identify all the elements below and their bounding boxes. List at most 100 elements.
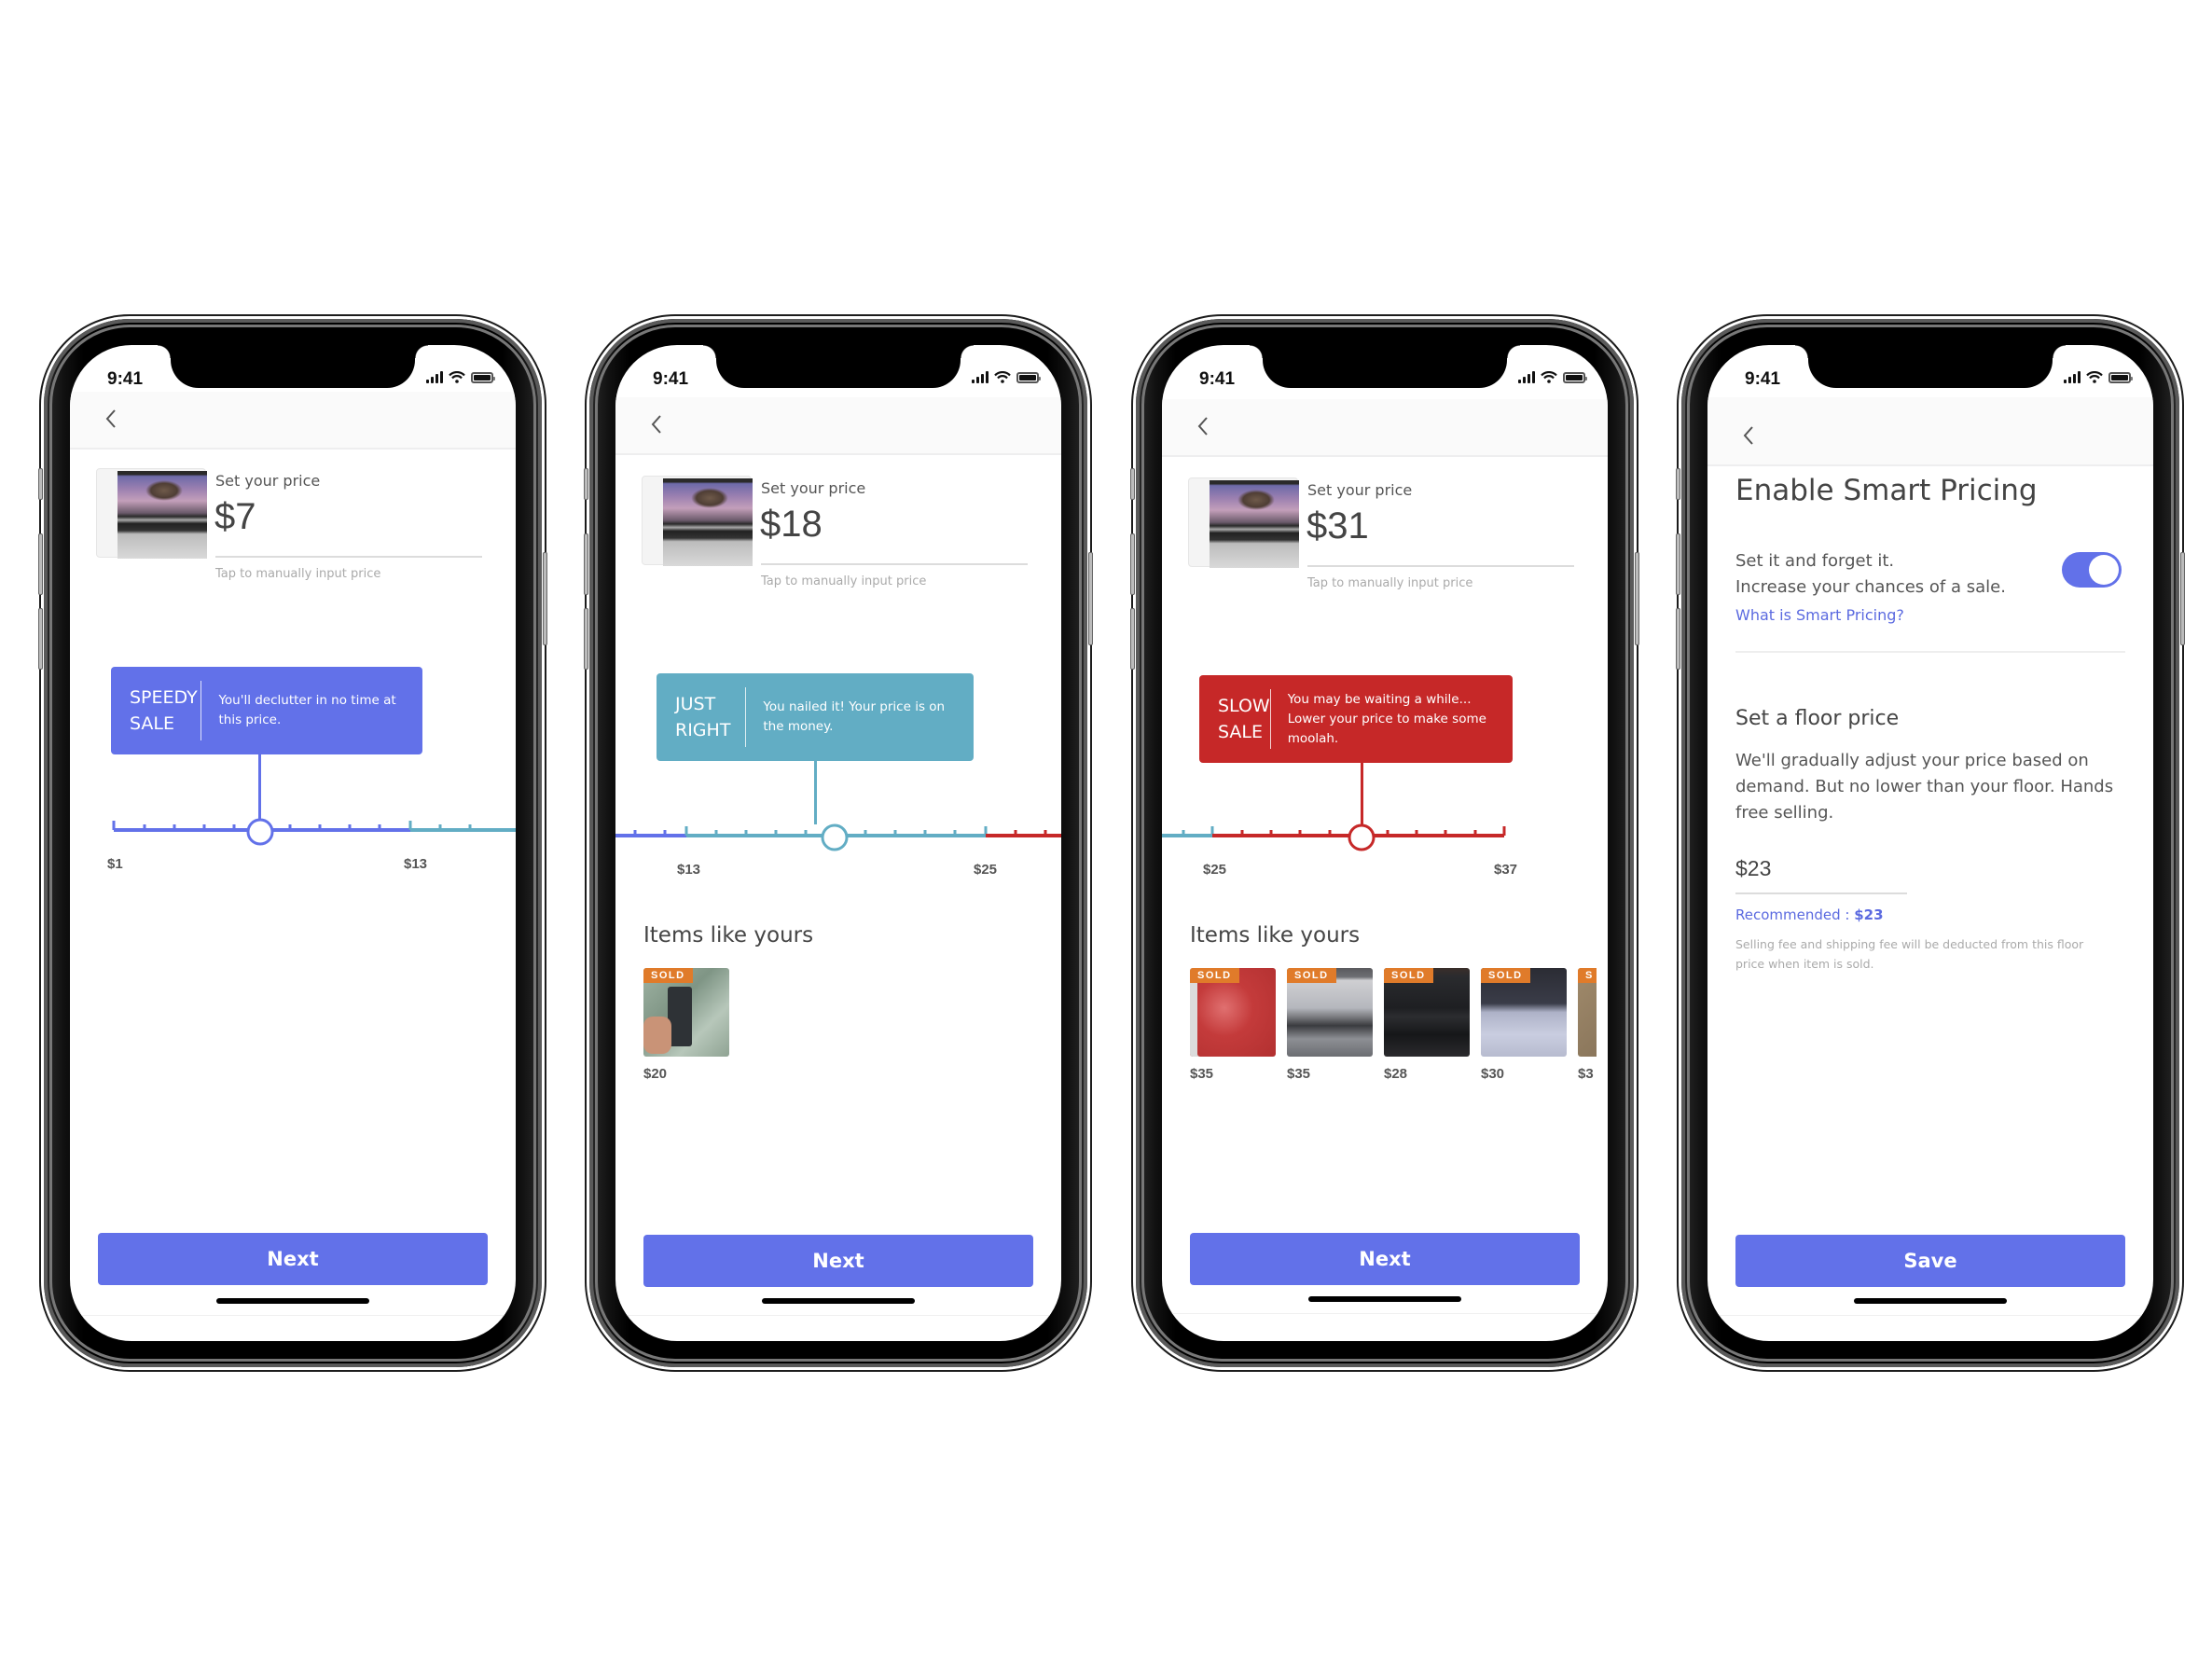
- slider-thumb[interactable]: [246, 818, 274, 846]
- bottom-divider: [1707, 1315, 2153, 1316]
- bottom-divider: [70, 1315, 516, 1316]
- tooltip-title: JUST RIGHT: [657, 691, 745, 743]
- item-photo: SOLD: [643, 968, 729, 1057]
- back-chevron-icon[interactable]: [643, 410, 671, 438]
- tooltip-title: SPEEDY SALE: [111, 685, 200, 737]
- laptop-photo: [663, 478, 753, 566]
- tooltip-title-line1: SPEEDY: [130, 687, 198, 708]
- item-photo: SOLD: [1481, 968, 1567, 1057]
- smart-pricing-toggle[interactable]: [2062, 552, 2122, 588]
- recommended-price: Recommended : $23: [1735, 906, 1884, 923]
- home-indicator[interactable]: [1308, 1296, 1461, 1302]
- screen: 9:41 Enable Smart Pricing Set it and for…: [1707, 345, 2153, 1341]
- next-button[interactable]: Next: [643, 1235, 1033, 1287]
- price-slider[interactable]: [615, 817, 1061, 854]
- screen: 9:41 Set your price $31 Tap to manually …: [1162, 345, 1608, 1341]
- volume-down-button: [1676, 608, 1680, 670]
- tap-hint: Tap to manually input price: [761, 574, 927, 588]
- what-is-smart-pricing-link[interactable]: What is Smart Pricing?: [1735, 606, 1904, 624]
- mute-switch: [1130, 468, 1135, 500]
- similar-item[interactable]: SOLD $35: [1190, 968, 1276, 1082]
- similar-item[interactable]: SOLD $20: [643, 968, 729, 1082]
- battery-icon: [471, 372, 495, 383]
- price-input[interactable]: $7: [214, 496, 256, 538]
- similar-item[interactable]: SOLD $30: [1481, 968, 1567, 1082]
- price-slider[interactable]: [1162, 817, 1608, 854]
- status-time: 9:41: [1745, 369, 1781, 389]
- item-price: $28: [1384, 1066, 1408, 1082]
- item-photo: S: [1578, 968, 1597, 1057]
- slider-track[interactable]: [615, 817, 1061, 854]
- slider-max-label: $13: [404, 856, 428, 872]
- phone-frame-smart-pricing: 9:41 Enable Smart Pricing Set it and for…: [1676, 319, 2185, 1367]
- mute-switch: [584, 468, 588, 500]
- floor-price-input[interactable]: $23: [1735, 856, 1771, 881]
- status-time: 9:41: [653, 369, 689, 389]
- price-input[interactable]: $18: [760, 504, 823, 546]
- signal-icon: [1518, 371, 1535, 383]
- slider-max-label: $25: [974, 862, 998, 878]
- price-input[interactable]: $31: [1306, 505, 1369, 547]
- back-chevron-icon[interactable]: [98, 405, 126, 433]
- next-button[interactable]: Next: [98, 1233, 488, 1285]
- set-price-label: Set your price: [761, 479, 866, 497]
- bottom-divider: [1162, 1313, 1608, 1314]
- home-indicator[interactable]: [216, 1298, 369, 1304]
- tooltip-stem: [1361, 763, 1363, 824]
- status-icons: [426, 371, 495, 383]
- home-indicator[interactable]: [762, 1298, 915, 1304]
- mute-switch: [1676, 468, 1680, 500]
- phone-frame-just-right: 9:41 Set your price $18 Tap to manually …: [584, 319, 1093, 1367]
- slider-track[interactable]: [70, 811, 516, 849]
- tooltip-stem: [258, 754, 261, 820]
- slider-thumb[interactable]: [821, 823, 849, 851]
- laptop-photo: [1210, 480, 1299, 568]
- segment-just-right: [1162, 826, 1214, 837]
- subtitle-line1: Set it and forget it.: [1735, 551, 1895, 571]
- home-indicator[interactable]: [1854, 1298, 2007, 1304]
- slider-track[interactable]: [1162, 817, 1608, 854]
- tooltip-text: You may be waiting a while... Lower your…: [1287, 691, 1486, 746]
- nav-bar: [70, 392, 516, 450]
- pricing-tooltip-slow: SLOW SALE You may be waiting a while... L…: [1199, 675, 1513, 763]
- tooltip-title: SLOW SALE: [1199, 693, 1270, 745]
- back-chevron-icon[interactable]: [1735, 422, 1763, 450]
- product-thumbnail: [96, 468, 207, 559]
- nav-bar: [1707, 397, 2153, 466]
- similar-items-list[interactable]: SOLD $35 SOLD $35 SOLD $28 SOLD $30 S $3: [1190, 968, 1608, 1082]
- phone-frame-slow: 9:41 Set your price $31 Tap to manually …: [1130, 319, 1639, 1367]
- similar-item[interactable]: SOLD $28: [1384, 968, 1470, 1082]
- item-price: $20: [643, 1066, 668, 1082]
- nav-bar: [615, 397, 1061, 455]
- tooltip-title-line1: SLOW: [1218, 696, 1270, 716]
- similar-item[interactable]: SOLD $35: [1287, 968, 1373, 1082]
- segment-just-right: [408, 821, 516, 832]
- notch: [1795, 345, 2066, 388]
- status-icons: [2064, 371, 2133, 383]
- volume-up-button: [1130, 533, 1135, 595]
- price-underline: [215, 556, 482, 558]
- save-button[interactable]: Save: [1735, 1235, 2125, 1287]
- screen: 9:41 Set your price $7 Tap to manually i…: [70, 345, 516, 1341]
- signal-icon: [426, 371, 443, 383]
- similar-items-list[interactable]: SOLD $20: [643, 968, 729, 1082]
- volume-up-button: [1676, 533, 1680, 595]
- price-slider[interactable]: [70, 811, 516, 849]
- tooltip-text: You'll declutter in no time at this pric…: [218, 693, 396, 727]
- volume-down-button: [584, 608, 588, 670]
- back-chevron-icon[interactable]: [1190, 412, 1218, 440]
- battery-icon: [1563, 372, 1587, 383]
- product-row: Set your price $7 Tap to manually input …: [96, 468, 488, 581]
- tooltip-stem: [814, 761, 817, 824]
- slider-thumb[interactable]: [1348, 823, 1376, 851]
- phone-frame-speedy: 9:41 Set your price $7 Tap to manually i…: [38, 319, 547, 1367]
- recommended-value: $23: [1854, 906, 1884, 923]
- battery-icon: [2108, 372, 2133, 383]
- sold-badge: SOLD: [643, 968, 693, 983]
- nav-bar: [1162, 399, 1608, 457]
- similar-item-partial[interactable]: S $3: [1578, 968, 1597, 1082]
- floor-price-underline: [1735, 892, 1907, 894]
- next-button[interactable]: Next: [1190, 1233, 1580, 1285]
- fee-note: Selling fee and shipping fee will be ded…: [1735, 937, 2084, 971]
- items-like-yours-title: Items like yours: [643, 923, 814, 948]
